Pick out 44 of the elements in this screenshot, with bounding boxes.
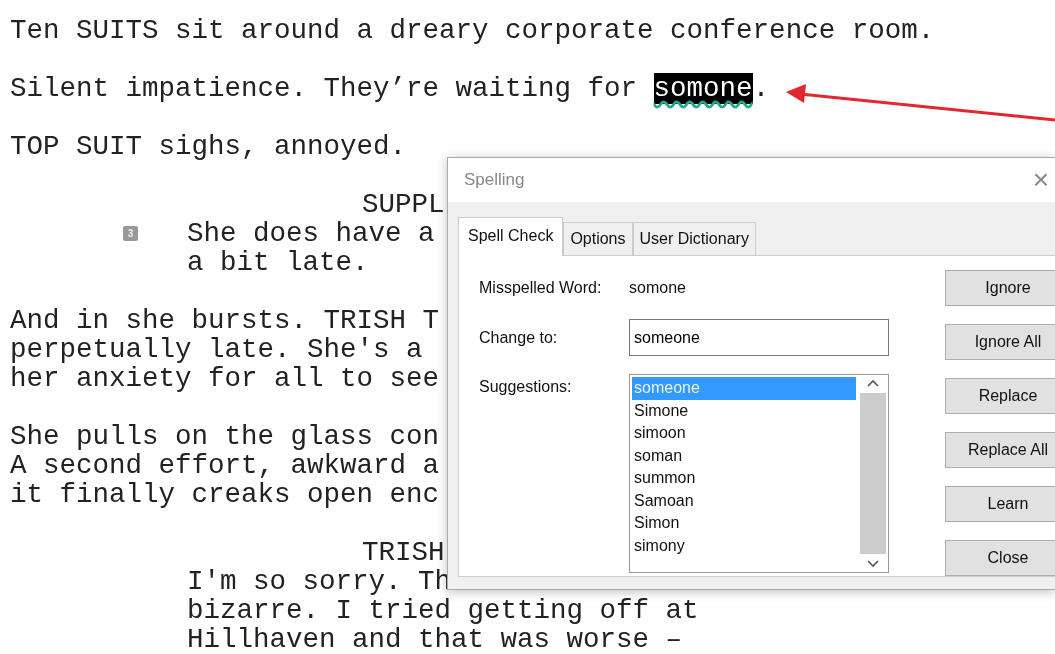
suggestion-item[interactable]: Samoan <box>632 489 856 512</box>
dialog-button[interactable]: Replace <box>945 378 1055 414</box>
field-label: Change to: <box>479 327 559 348</box>
action-line: She pulls on the glass con <box>10 422 440 451</box>
dialogue-line: She does have a <box>187 219 435 248</box>
character-name: TRISH <box>362 538 445 567</box>
tab[interactable]: Options <box>563 222 633 255</box>
action-line: Ten SUITS sit around a dreary corporate conference room. <box>10 16 935 45</box>
action-line: And in she bursts. TRISH T <box>10 306 440 335</box>
suggestion-item[interactable]: summon <box>632 467 856 490</box>
field-label: Suggestions: <box>479 377 573 397</box>
scroll-down-icon[interactable] <box>867 560 879 568</box>
action-line: perpetually late. She's a <box>10 335 423 364</box>
misspelled-word-value: somone <box>629 278 687 298</box>
field-label: Misspelled Word: <box>479 278 603 298</box>
action-line: it finally creaks open enc <box>10 480 440 509</box>
note-marker-icon: 3 <box>123 226 138 241</box>
scrollbar-thumb[interactable] <box>860 393 886 554</box>
action-line: her anxiety for all to see <box>10 364 440 393</box>
suggestion-item[interactable]: Simone <box>632 399 856 422</box>
scroll-up-icon[interactable] <box>867 379 879 387</box>
dialog-title: Spelling <box>464 169 525 192</box>
suggestion-item[interactable]: simoon <box>632 422 856 445</box>
dialogue-line: Hillhaven and that was worse – <box>187 625 683 654</box>
change-to-field[interactable]: someone <box>629 319 889 356</box>
dialogue-line: a bit late. <box>187 248 369 277</box>
dialog-button[interactable]: Replace All <box>945 432 1055 468</box>
suggestions-list[interactable]: someone Simone simoon soman summon Samoan Simon simony <box>629 374 889 573</box>
tab[interactable]: User Dictionary <box>632 222 756 255</box>
action-line: TOP SUIT sighs, annoyed. <box>10 132 407 161</box>
action-line: Silent impatience. They’re waiting for somone. <box>10 74 770 103</box>
misspelled-word[interactable]: somone <box>653 73 753 104</box>
dialogue-line: bizarre. I tried getting off at <box>187 596 699 625</box>
dialog-button[interactable]: Ignore <box>945 270 1055 306</box>
dialog-button[interactable]: Ignore All <box>945 324 1055 360</box>
dialog-button[interactable]: Close <box>945 540 1055 576</box>
suggestion-item[interactable]: soman <box>632 444 856 467</box>
suggestion-item[interactable]: simony <box>632 534 856 557</box>
character-name: SUPPL <box>362 190 445 219</box>
dialog-button[interactable]: Learn <box>945 486 1055 522</box>
suggestion-item[interactable]: Simon <box>632 512 856 535</box>
action-line: A second effort, awkward a <box>10 451 440 480</box>
tab[interactable]: Spell Check <box>458 217 564 256</box>
close-button[interactable]: × <box>1030 166 1051 194</box>
